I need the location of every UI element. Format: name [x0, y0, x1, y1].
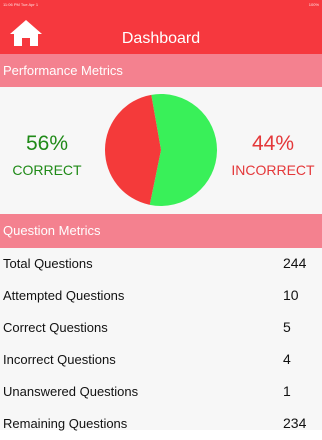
- metric-row-correct: Correct Questions 5: [0, 312, 322, 344]
- pie-slice-incorrect: [105, 94, 161, 205]
- page-title: Dashboard: [121, 30, 201, 47]
- performance-pie-chart: [105, 94, 217, 206]
- metric-value: 5: [283, 319, 291, 335]
- metric-label: Total Questions: [3, 256, 93, 271]
- metric-label: Attempted Questions: [3, 288, 125, 303]
- status-time-date: 11:06 PM Tue Apr 1: [3, 0, 38, 9]
- metric-value: 234: [283, 415, 307, 431]
- question-metrics-header: Question Metrics: [0, 214, 322, 248]
- metric-value: 244: [283, 255, 307, 271]
- metric-row-attempted: Attempted Questions 10: [0, 280, 322, 312]
- correct-label: CORRECT: [12, 162, 82, 178]
- metric-label: Incorrect Questions: [3, 352, 116, 367]
- header: Dashboard: [0, 9, 322, 54]
- home-icon: [10, 20, 42, 46]
- question-metrics-list: Total Questions 244 Attempted Questions …: [0, 248, 322, 431]
- metric-label: Correct Questions: [3, 320, 108, 335]
- metric-value: 10: [283, 287, 299, 303]
- status-time: 11:06 PM: [3, 2, 20, 7]
- status-bar: 11:06 PM Tue Apr 1 100%: [0, 0, 322, 9]
- metric-row-total: Total Questions 244: [0, 248, 322, 280]
- metric-row-incorrect: Incorrect Questions 4: [0, 344, 322, 376]
- metric-label: Unanswered Questions: [3, 384, 139, 399]
- status-date: Tue Apr 1: [20, 2, 39, 7]
- metric-row-unanswered: Unanswered Questions 1: [0, 376, 322, 408]
- metric-row-remaining: Remaining Questions 234: [0, 408, 322, 440]
- performance-panel: 56% CORRECT 44% INCORRECT: [0, 87, 322, 214]
- metric-label: Remaining Questions: [3, 416, 128, 431]
- home-button[interactable]: [9, 19, 43, 47]
- incorrect-percent: 44%: [251, 132, 295, 155]
- status-battery: 100%: [308, 2, 319, 7]
- incorrect-label: INCORRECT: [231, 162, 315, 178]
- performance-metrics-header: Performance Metrics: [0, 54, 322, 87]
- correct-percent: 56%: [25, 132, 69, 155]
- metric-value: 4: [283, 351, 291, 367]
- metric-value: 1: [283, 383, 291, 399]
